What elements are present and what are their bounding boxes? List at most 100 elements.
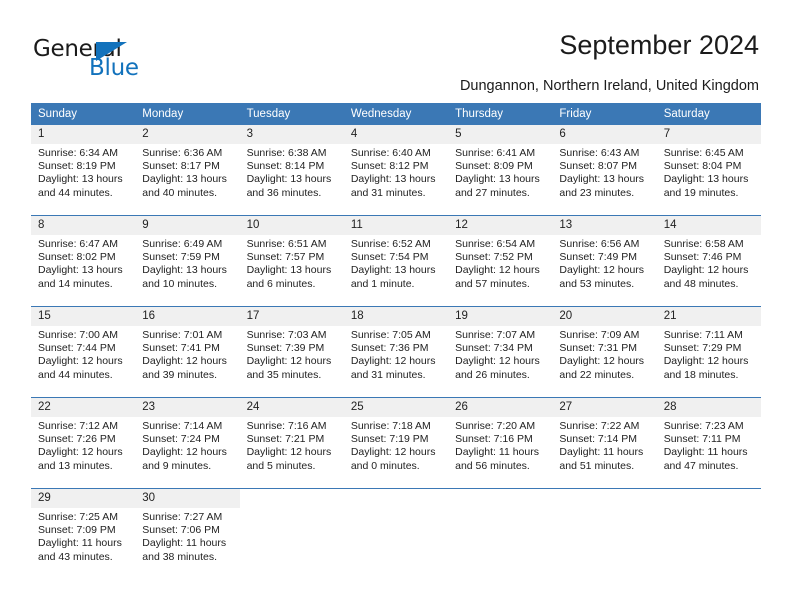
calendar-day-cell[interactable]: 25 Sunrise: 7:18 AM Sunset: 7:19 PM Dayligh… [343, 397, 449, 489]
sunset-text: Sunset: 7:19 PM [350, 433, 429, 446]
daylight-text-line1: Daylight: 12 hours [663, 264, 749, 277]
sunrise-text: Sunrise: 6:52 AM [350, 238, 431, 250]
calendar-day-cell[interactable]: 19 Sunrise: 7:07 AM Sunset: 7:34 PM Dayligh… [448, 306, 553, 398]
sunset-text: Sunset: 7:06 PM [142, 524, 220, 537]
daylight-text-line1: Daylight: 12 hours [38, 446, 123, 459]
day-details: Sunrise: 6:40 AM Sunset: 8:12 PM Daylight:… [344, 144, 448, 200]
weekday-header-tuesday: Tuesday [239, 103, 344, 125]
daylight-text-line2: and 9 minutes. [142, 459, 212, 472]
day-details: Sunrise: 7:11 AM Sunset: 7:29 PM Daylight:… [657, 326, 761, 382]
calendar-table: Sunday Monday Tuesday Wednesday Thursday Frid… [31, 103, 761, 579]
calendar-day-cell[interactable]: 20 Sunrise: 7:09 AM Sunset: 7:31 PM Dayligh… [552, 306, 657, 398]
sunset-text: Sunset: 7:24 PM [142, 433, 220, 446]
weekday-header-saturday: Saturday [656, 103, 761, 125]
day-number: 29 [31, 489, 136, 508]
calendar-day-cell[interactable]: 13 Sunrise: 6:56 AM Sunset: 7:49 PM Dayligh… [552, 215, 657, 307]
day-number: 23 [135, 398, 240, 417]
daylight-text-line2: and 1 minute. [350, 277, 415, 290]
day-number: 14 [656, 216, 761, 235]
page-title: September 2024 [559, 30, 759, 60]
day-number: 15 [31, 307, 136, 326]
calendar-day-cell[interactable]: 6 Sunrise: 6:43 AM Sunset: 8:07 PM Daylight… [552, 125, 657, 216]
sunrise-text: Sunrise: 6:41 AM [455, 147, 536, 159]
daylight-text-line1: Daylight: 13 hours [559, 173, 645, 186]
weekday-header-friday: Friday [552, 103, 657, 125]
calendar-day-cell[interactable]: 26 Sunrise: 7:20 AM Sunset: 7:16 PM Dayligh… [448, 397, 553, 489]
sunset-text: Sunset: 7:34 PM [455, 342, 533, 355]
calendar-day-cell[interactable]: 12 Sunrise: 6:54 AM Sunset: 7:52 PM Dayligh… [448, 215, 553, 307]
calendar-day-cell[interactable]: 28 Sunrise: 7:23 AM Sunset: 7:11 PM Dayligh… [656, 397, 761, 489]
calendar-grid: Sunday Monday Tuesday Wednesday Thursday Frid… [31, 103, 761, 579]
day-number: 30 [135, 489, 240, 508]
sunrise-text: Sunrise: 7:27 AM [142, 511, 223, 523]
daylight-text-line2: and 0 minutes. [350, 459, 420, 472]
day-cell-content: 3 Sunrise: 6:38 AM Sunset: 8:14 PM Daylight… [239, 125, 344, 215]
sunrise-text: Sunrise: 7:18 AM [350, 420, 431, 432]
sunrise-text: Sunrise: 6:45 AM [663, 147, 744, 159]
day-details: Sunrise: 6:36 AM Sunset: 8:17 PM Daylight:… [135, 144, 239, 200]
calendar-day-cell[interactable]: 7 Sunrise: 6:45 AM Sunset: 8:04 PM Daylight… [656, 125, 761, 216]
calendar-day-cell[interactable]: 24 Sunrise: 7:16 AM Sunset: 7:21 PM Dayligh… [239, 397, 344, 489]
day-details: Sunrise: 7:27 AM Sunset: 7:06 PM Daylight:… [135, 508, 239, 564]
calendar-day-cell[interactable]: 1 Sunrise: 6:34 AM Sunset: 8:19 PM Daylight… [31, 125, 136, 216]
calendar-day-cell[interactable]: 11 Sunrise: 6:52 AM Sunset: 7:54 PM Dayligh… [343, 215, 449, 307]
calendar-day-cell-empty [552, 488, 657, 579]
day-cell-content: 11 Sunrise: 6:52 AM Sunset: 7:54 PM Dayligh… [343, 216, 449, 306]
daylight-text-line1: Daylight: 12 hours [142, 446, 227, 459]
day-details: Sunrise: 7:00 AM Sunset: 7:44 PM Daylight:… [31, 326, 135, 382]
calendar-day-cell[interactable]: 2 Sunrise: 6:36 AM Sunset: 8:17 PM Daylight… [135, 125, 240, 216]
calendar-day-cell[interactable]: 9 Sunrise: 6:49 AM Sunset: 7:59 PM Daylight… [135, 215, 240, 307]
sunset-text: Sunset: 7:31 PM [559, 342, 638, 355]
sunset-text: Sunset: 7:52 PM [455, 251, 533, 264]
daylight-text-line2: and 35 minutes. [246, 368, 322, 381]
day-cell-content: 18 Sunrise: 7:05 AM Sunset: 7:36 PM Dayligh… [343, 307, 449, 397]
daylight-text-line1: Daylight: 12 hours [663, 355, 749, 368]
sunrise-text: Sunrise: 7:11 AM [663, 329, 743, 341]
daylight-text-line1: Daylight: 11 hours [455, 446, 539, 459]
daylight-text-line2: and 10 minutes. [142, 277, 217, 290]
day-details: Sunrise: 6:47 AM Sunset: 8:02 PM Daylight:… [31, 235, 135, 291]
calendar-day-cell[interactable]: 18 Sunrise: 7:05 AM Sunset: 7:36 PM Dayligh… [343, 306, 449, 398]
calendar-day-cell[interactable]: 16 Sunrise: 7:01 AM Sunset: 7:41 PM Dayligh… [135, 306, 240, 398]
calendar-day-cell[interactable]: 29 Sunrise: 7:25 AM Sunset: 7:09 PM Dayligh… [31, 488, 136, 579]
daylight-text-line1: Daylight: 13 hours [246, 264, 332, 277]
day-details: Sunrise: 7:03 AM Sunset: 7:39 PM Daylight:… [240, 326, 344, 382]
calendar-day-cell[interactable]: 27 Sunrise: 7:22 AM Sunset: 7:14 PM Dayligh… [552, 397, 657, 489]
daylight-text-line2: and 44 minutes. [38, 186, 113, 199]
sunrise-text: Sunrise: 7:05 AM [350, 329, 431, 341]
day-number: 21 [656, 307, 761, 326]
calendar-day-cell[interactable]: 3 Sunrise: 6:38 AM Sunset: 8:14 PM Daylight… [239, 125, 344, 216]
daylight-text-line1: Daylight: 13 hours [350, 173, 436, 186]
day-number: 11 [343, 216, 449, 235]
sunset-text: Sunset: 7:26 PM [38, 433, 116, 446]
sunrise-text: Sunrise: 6:40 AM [350, 147, 431, 159]
calendar-day-cell[interactable]: 30 Sunrise: 7:27 AM Sunset: 7:06 PM Dayligh… [135, 488, 240, 579]
calendar-day-cell[interactable]: 8 Sunrise: 6:47 AM Sunset: 8:02 PM Daylight… [31, 215, 136, 307]
day-details: Sunrise: 6:58 AM Sunset: 7:46 PM Daylight:… [657, 235, 761, 291]
sunset-text: Sunset: 7:36 PM [350, 342, 429, 355]
calendar-day-cell[interactable]: 5 Sunrise: 6:41 AM Sunset: 8:09 PM Daylight… [448, 125, 553, 216]
sunrise-text: Sunrise: 6:34 AM [38, 147, 118, 159]
general-blue-logo: General Blue [33, 36, 213, 82]
sunrise-text: Sunrise: 6:36 AM [142, 147, 223, 159]
day-cell-content: 29 Sunrise: 7:25 AM Sunset: 7:09 PM Dayligh… [31, 489, 136, 579]
calendar-page: General Blue September 2024 Dungannon, N… [0, 0, 792, 612]
daylight-text-line2: and 44 minutes. [38, 368, 113, 381]
calendar-day-cell[interactable]: 17 Sunrise: 7:03 AM Sunset: 7:39 PM Dayligh… [239, 306, 344, 398]
sunset-text: Sunset: 7:14 PM [559, 433, 638, 446]
empty-placeholder [552, 489, 656, 579]
calendar-day-cell[interactable]: 4 Sunrise: 6:40 AM Sunset: 8:12 PM Daylight… [343, 125, 449, 216]
calendar-day-cell[interactable]: 14 Sunrise: 6:58 AM Sunset: 7:46 PM Dayligh… [656, 215, 761, 307]
day-details: Sunrise: 6:51 AM Sunset: 7:57 PM Daylight:… [240, 235, 344, 291]
calendar-day-cell[interactable]: 15 Sunrise: 7:00 AM Sunset: 7:44 PM Dayligh… [31, 306, 136, 398]
calendar-day-cell[interactable]: 23 Sunrise: 7:14 AM Sunset: 7:24 PM Dayligh… [135, 397, 240, 489]
day-cell-content: 15 Sunrise: 7:00 AM Sunset: 7:44 PM Dayligh… [31, 307, 136, 397]
daylight-text-line2: and 53 minutes. [559, 277, 635, 290]
daylight-text-line1: Daylight: 12 hours [455, 355, 540, 368]
daylight-text-line2: and 57 minutes. [455, 277, 530, 290]
calendar-day-cell[interactable]: 10 Sunrise: 6:51 AM Sunset: 7:57 PM Dayligh… [239, 215, 344, 307]
page-header: General Blue September 2024 Dungannon, N… [0, 0, 792, 96]
day-cell-content: 8 Sunrise: 6:47 AM Sunset: 8:02 PM Daylight… [31, 216, 136, 306]
calendar-day-cell[interactable]: 22 Sunrise: 7:12 AM Sunset: 7:26 PM Dayligh… [31, 397, 136, 489]
calendar-day-cell[interactable]: 21 Sunrise: 7:11 AM Sunset: 7:29 PM Dayligh… [656, 306, 761, 398]
